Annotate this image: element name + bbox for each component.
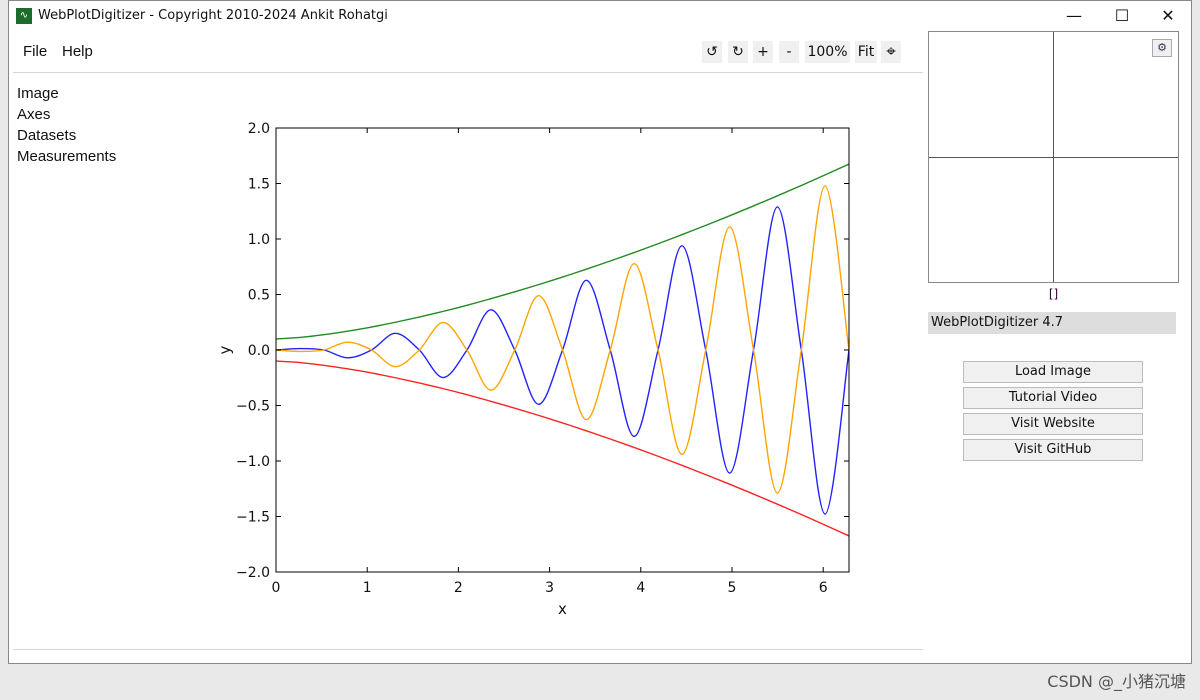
sidebar-item-datasets[interactable]: Datasets [17,127,76,144]
maximize-button[interactable]: ☐ [1099,1,1145,31]
y-tick-label: −2.0 [236,565,270,581]
tutorial-video-button[interactable]: Tutorial Video [963,387,1143,409]
load-image-button[interactable]: Load Image [963,361,1143,383]
watermark: CSDN @_小猪沉塘 [1047,672,1186,691]
plot-canvas[interactable]: 0 1 2 3 4 5 6 −2.0 −1.5 −1.0 −0.5 0.0 0.5 1.0 1.5 2.0 x y [201,111,881,631]
title-bar: ∿ WebPlotDigitizer - Copyright 2010-2024… [9,1,1191,31]
close-button[interactable]: ✕ [1145,1,1191,31]
x-axis-label: x [558,600,567,618]
zoom-level[interactable]: 100% [805,41,850,63]
series-line-0 [276,206,849,515]
y-tick-label: 0.5 [248,288,270,304]
menu-help[interactable]: Help [62,43,93,60]
wpd-logo-icon: ∿ [16,8,32,24]
fit-button[interactable]: Fit [855,41,877,63]
series-line-1 [276,185,849,494]
x-tick-label: 6 [819,580,828,596]
minimize-button[interactable]: — [1051,1,1097,31]
magnifier-view: ⚙ [928,31,1179,283]
x-tick-label: 2 [454,580,463,596]
visit-github-button[interactable]: Visit GitHub [963,439,1143,461]
crosshair-icon[interactable]: ⌖ [881,41,901,63]
x-tick-label: 3 [545,580,554,596]
x-tick-label: 1 [363,580,372,596]
sidebar-item-measurements[interactable]: Measurements [17,148,116,165]
window-title: WebPlotDigitizer - Copyright 2010-2024 A… [38,8,388,23]
app-window: ∿ WebPlotDigitizer - Copyright 2010-2024… [8,0,1192,664]
cursor-coordinates: [] [1048,287,1059,301]
sidebar-item-image[interactable]: Image [17,85,59,102]
visit-website-button[interactable]: Visit Website [963,413,1143,435]
crosshair-horizontal [929,157,1178,158]
y-tick-label: −1.5 [236,510,270,526]
y-axis-label: y [216,345,234,354]
y-tick-label: 1.5 [248,177,270,193]
version-label: WebPlotDigitizer 4.7 [928,312,1176,334]
rotate-right-button[interactable]: ↻ [728,41,748,63]
sidebar-item-axes[interactable]: Axes [17,106,50,123]
y-tick-label: 2.0 [248,121,270,137]
zoom-in-button[interactable]: + [753,41,773,63]
x-tick-label: 5 [728,580,737,596]
gear-icon[interactable]: ⚙ [1152,39,1172,57]
y-tick-label: −0.5 [236,399,270,415]
y-tick-label: 0.0 [248,343,270,359]
toolbar-divider [13,72,923,73]
zoom-out-button[interactable]: - [779,41,799,63]
menu-file[interactable]: File [23,43,47,60]
y-tick-label: −1.0 [236,454,270,470]
bottom-divider [13,649,923,650]
series-line-2 [276,163,849,340]
x-tick-label: 4 [636,580,645,596]
x-tick-label: 0 [272,580,281,596]
series-line-3 [276,360,849,537]
rotate-left-button[interactable]: ↺ [702,41,722,63]
y-tick-label: 1.0 [248,232,270,248]
